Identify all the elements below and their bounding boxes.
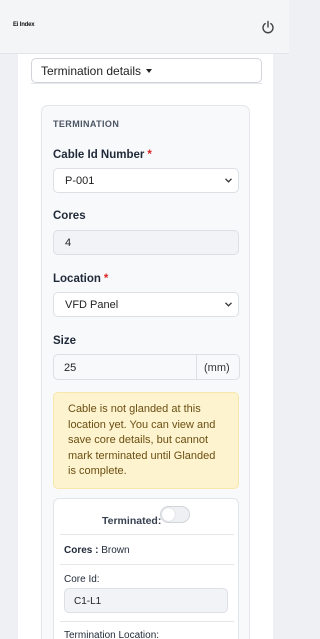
size-value: 25 bbox=[64, 362, 77, 374]
size-input[interactable]: 25 bbox=[53, 354, 196, 380]
size-label: Size bbox=[53, 335, 77, 347]
location-label: Location * bbox=[53, 273, 109, 285]
cores-value: 4 bbox=[65, 237, 72, 249]
location-select[interactable]: VFD Panel bbox=[53, 292, 239, 317]
core-id-field: C1-L1 bbox=[64, 588, 228, 613]
required-mark: * bbox=[103, 273, 109, 285]
section-dropdown-label: Termination details bbox=[41, 64, 142, 78]
required-mark: * bbox=[147, 149, 152, 161]
cores-field: 4 bbox=[53, 230, 239, 255]
chevron-down-icon bbox=[225, 178, 232, 183]
location-value: VFD Panel bbox=[65, 299, 119, 311]
cores-label: Cores bbox=[53, 210, 86, 222]
size-unit: (mm) bbox=[196, 354, 240, 380]
chevron-down-icon bbox=[225, 302, 232, 307]
caret-down-icon bbox=[146, 69, 153, 73]
cable-id-select[interactable]: P-001 bbox=[53, 168, 239, 193]
top-bar: Ei Index bbox=[0, 0, 289, 54]
cable-id-value: P-001 bbox=[65, 175, 95, 187]
divider bbox=[31, 83, 262, 84]
core-color: Cores : Brown bbox=[64, 545, 130, 556]
app-logo: Ei Index bbox=[13, 22, 35, 28]
power-icon[interactable] bbox=[261, 20, 275, 34]
section-title: TERMINATION bbox=[53, 119, 120, 129]
cable-id-label: Cable Id Number * bbox=[53, 149, 152, 161]
core-id-value: C1-L1 bbox=[74, 596, 102, 607]
core-id-label: Core Id: bbox=[64, 574, 100, 585]
section-dropdown[interactable]: Termination details bbox=[31, 58, 262, 83]
terminated-label: Terminated: bbox=[102, 515, 162, 527]
terminated-toggle[interactable] bbox=[160, 506, 190, 523]
termination-location-label: Termination Location: bbox=[64, 630, 160, 639]
toggle-knob bbox=[162, 508, 175, 521]
not-glanded-alert: Cable is not glanded at this location ye… bbox=[53, 392, 239, 489]
